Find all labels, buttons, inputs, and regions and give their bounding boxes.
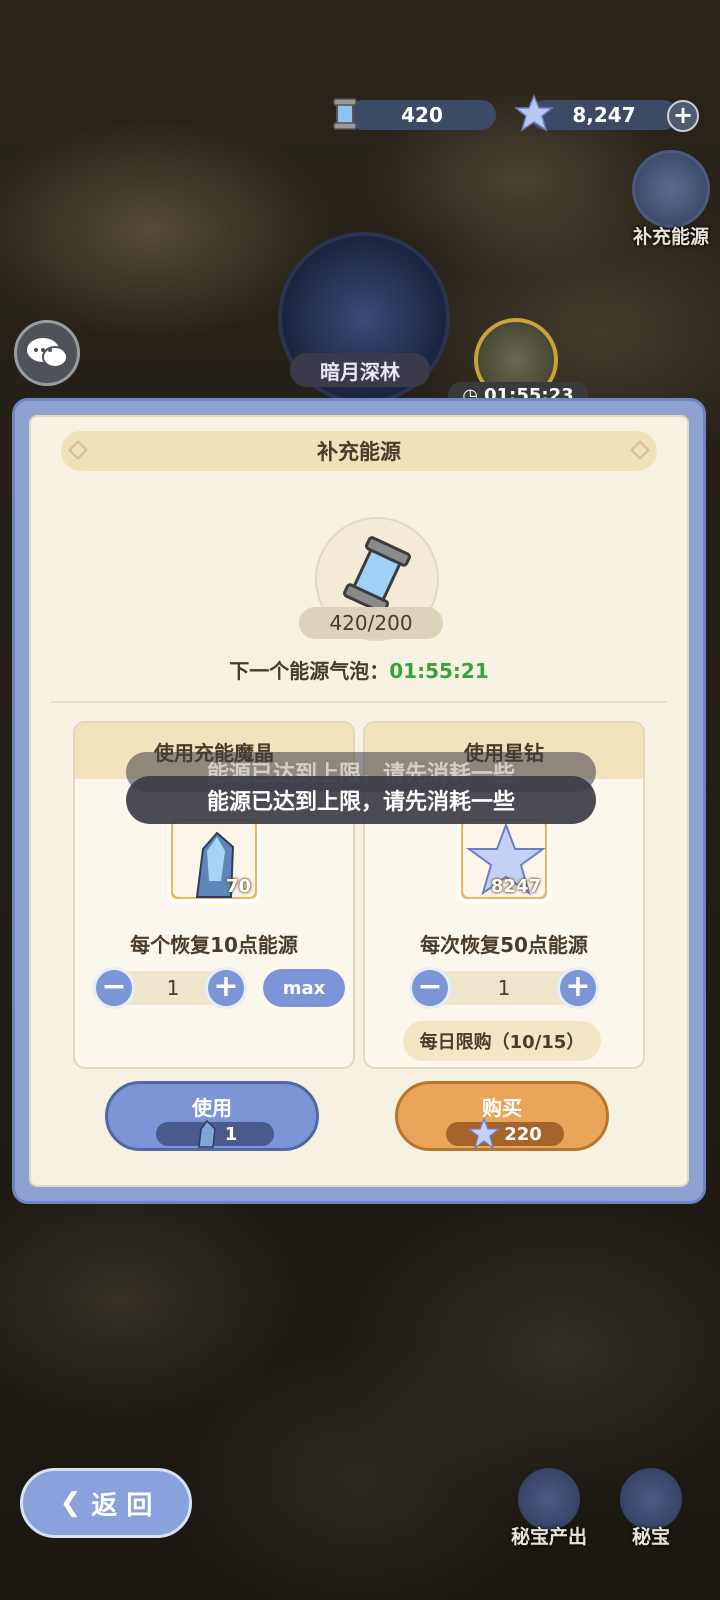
star-minus-button[interactable]: − [409, 967, 451, 1009]
use-cost-value: 1 [224, 1123, 238, 1145]
use-cost: 1 [156, 1119, 274, 1148]
toast-text: 能源已达到上限，请先消耗一些 [206, 790, 515, 815]
star-diamond-value: 8,247 [572, 103, 636, 127]
back-arrow-icon: ❮ [59, 1488, 82, 1518]
star-count: 8247 [490, 876, 541, 897]
buy-button-label: 购买 [482, 1096, 522, 1120]
dialog-title: 补充能源 [61, 431, 657, 471]
crystal-desc: 每个恢复10点能源 [130, 933, 298, 957]
divider [51, 701, 667, 703]
crystal-count: 70 [225, 876, 251, 897]
charge-crystal-small-icon [197, 1119, 216, 1148]
buy-cost-value: 220 [504, 1123, 542, 1145]
title-ornament-left [68, 440, 88, 460]
add-stars-button[interactable]: + [667, 100, 699, 132]
limit-toast: 能源已达到上限，请先消耗一些 [126, 776, 596, 824]
star-diamond-item[interactable]: 8247 [457, 815, 551, 903]
treasure-box-icon [620, 1468, 682, 1530]
treasure-output-button[interactable]: 秘宝产出 [504, 1468, 594, 1549]
back-button[interactable]: ❮ 返 回 [20, 1468, 192, 1538]
star-diamond-icon [514, 94, 554, 132]
chat-bubbles-icon [27, 338, 68, 368]
buy-button[interactable]: 购买 220 [395, 1081, 609, 1151]
dialog-title-text: 补充能源 [317, 440, 401, 464]
recharge-icon [632, 150, 710, 228]
next-bubble-label: 下一个能源气泡： [229, 659, 390, 683]
recharge-label: 补充能源 [632, 226, 709, 248]
crystal-minus-button[interactable]: − [93, 967, 135, 1009]
star-diamond-small-icon [468, 1118, 501, 1150]
star-plus-button[interactable]: + [557, 967, 599, 1009]
chat-button[interactable] [14, 320, 80, 386]
next-bubble-time: 01:55:21 [389, 659, 489, 683]
treasure-chest-icon [518, 1468, 580, 1530]
crystal-quantity-stepper: 1 − + [93, 967, 253, 1009]
treasure-button[interactable]: 秘宝 [606, 1468, 696, 1549]
buy-cost: 220 [446, 1118, 564, 1150]
star-desc: 每次恢复50点能源 [420, 933, 588, 957]
treasure-output-label: 秘宝产出 [510, 1526, 587, 1548]
energy-count: 420/200 [299, 607, 443, 639]
back-label: 返 回 [91, 1490, 153, 1521]
energy-value: 420 [401, 103, 443, 127]
treasure-label: 秘宝 [631, 1526, 670, 1548]
crystal-item[interactable]: 70 [167, 815, 261, 903]
title-ornament-right [630, 440, 650, 460]
location-label: 暗月深林 [290, 353, 430, 387]
use-button[interactable]: 使用 1 [105, 1081, 319, 1151]
next-bubble-row: 下一个能源气泡：01:55:21 [31, 655, 687, 684]
recharge-energy-shortcut[interactable]: 补充能源 [622, 150, 720, 249]
crystal-max-button[interactable]: max [263, 969, 345, 1007]
location-name: 暗月深林 [320, 359, 400, 384]
star-quantity-stepper: 1 − + [409, 967, 599, 1009]
crystal-plus-button[interactable]: + [205, 967, 247, 1009]
energy-canister-icon [333, 98, 357, 130]
star-quantity-value[interactable]: 1 [437, 971, 571, 1005]
daily-limit-badge: 每日限购（10/15） [403, 1021, 601, 1061]
energy-counter: 420 [348, 100, 496, 130]
use-button-label: 使用 [192, 1096, 232, 1120]
